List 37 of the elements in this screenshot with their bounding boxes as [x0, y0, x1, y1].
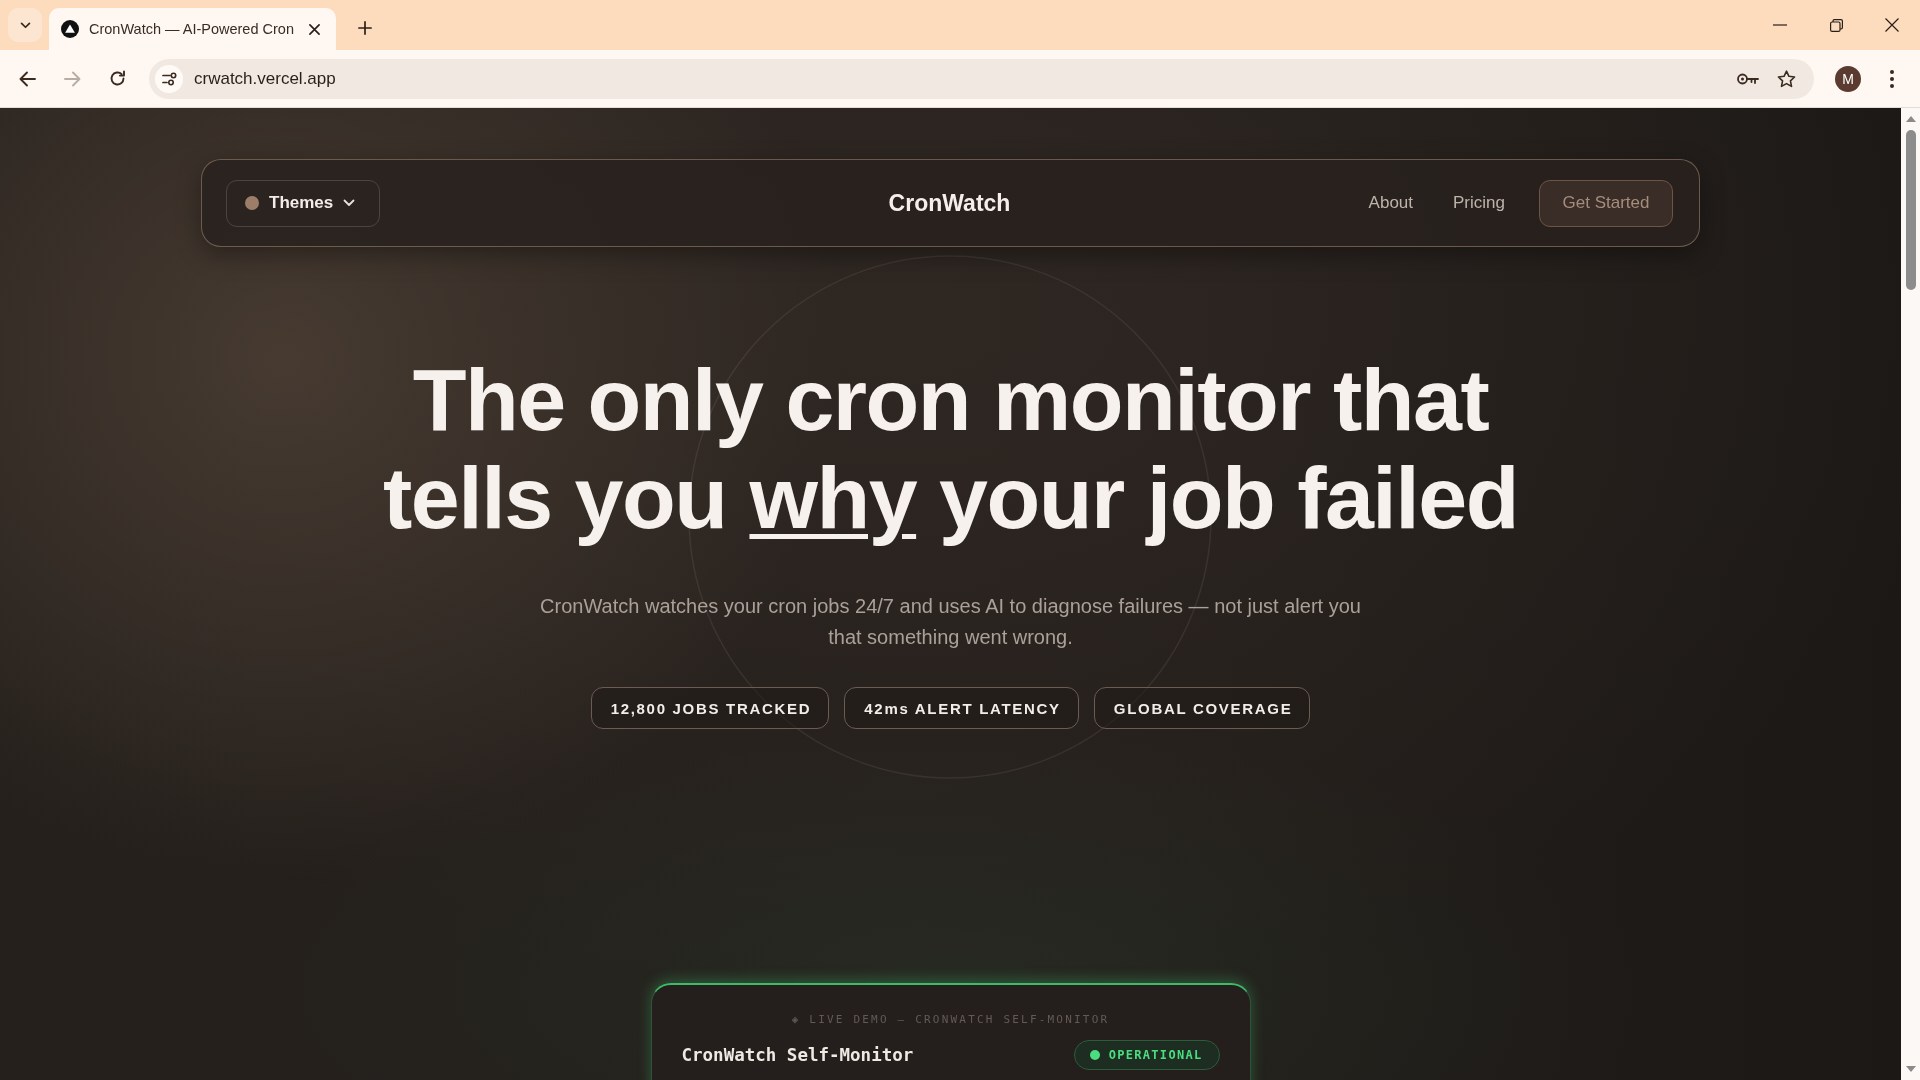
scrollbar-thumb[interactable]	[1905, 130, 1916, 290]
url-text: crwatch.vercel.app	[194, 68, 336, 89]
nav-link[interactable]: About	[1368, 193, 1414, 213]
triangle-logo-icon	[61, 20, 79, 38]
scroll-up-arrow-icon[interactable]	[1905, 116, 1916, 122]
plus-icon[interactable]	[358, 21, 372, 35]
hero-subtitle: CronWatch watches your cron jobs 24/7 and uses AI to diagnose failures — not just alert you that something went wrong.	[539, 594, 1362, 650]
more-menu-icon[interactable]	[1890, 69, 1894, 88]
scrollbar[interactable]	[1901, 108, 1920, 1080]
scroll-down-arrow-icon[interactable]	[1905, 1066, 1916, 1072]
close-icon[interactable]	[1885, 18, 1899, 32]
status-label: OPERATIONAL	[1108, 1048, 1203, 1062]
key-icon[interactable]	[1737, 72, 1759, 85]
themes-dropdown[interactable]: Themes	[226, 179, 380, 227]
reload-icon[interactable]	[108, 70, 126, 87]
chevron-down-icon	[19, 21, 31, 29]
chevron-down-icon	[343, 199, 356, 207]
stat-pill: 12,800 JOBS TRACKED	[590, 687, 830, 729]
stat-pill: 42ms ALERT LATENCY	[844, 687, 1079, 729]
tune-icon[interactable]	[155, 64, 183, 93]
address-bar[interactable]: crwatch.vercel.app	[149, 58, 1814, 99]
monitor-title: CronWatch Self-Monitor	[681, 1045, 914, 1065]
browser-tab[interactable]: CronWatch — AI-Powered Cron	[49, 8, 336, 50]
back-arrow-icon[interactable]	[18, 70, 36, 87]
nav-link[interactable]: Pricing	[1453, 193, 1505, 213]
get-started-button[interactable]: Get Started	[1539, 179, 1673, 227]
status-dot-icon	[1089, 1050, 1100, 1060]
star-icon[interactable]	[1777, 69, 1796, 88]
restore-icon[interactable]	[1829, 18, 1843, 32]
theme-swatch-icon	[245, 196, 259, 210]
brand-name[interactable]: CronWatch	[888, 189, 1011, 217]
demo-eyebrow: ◈ LIVE DEMO — CRONWATCH SELF-MONITOR	[790, 1013, 1111, 1027]
profile-avatar[interactable]: M	[1835, 65, 1861, 92]
stat-pill: GLOBAL COVERAGE	[1093, 687, 1311, 729]
close-icon[interactable]	[309, 23, 320, 35]
hero-headline: The only cron monitor that tells you why your job failed	[382, 351, 1519, 547]
tab-title: CronWatch — AI-Powered Cron	[89, 21, 295, 37]
